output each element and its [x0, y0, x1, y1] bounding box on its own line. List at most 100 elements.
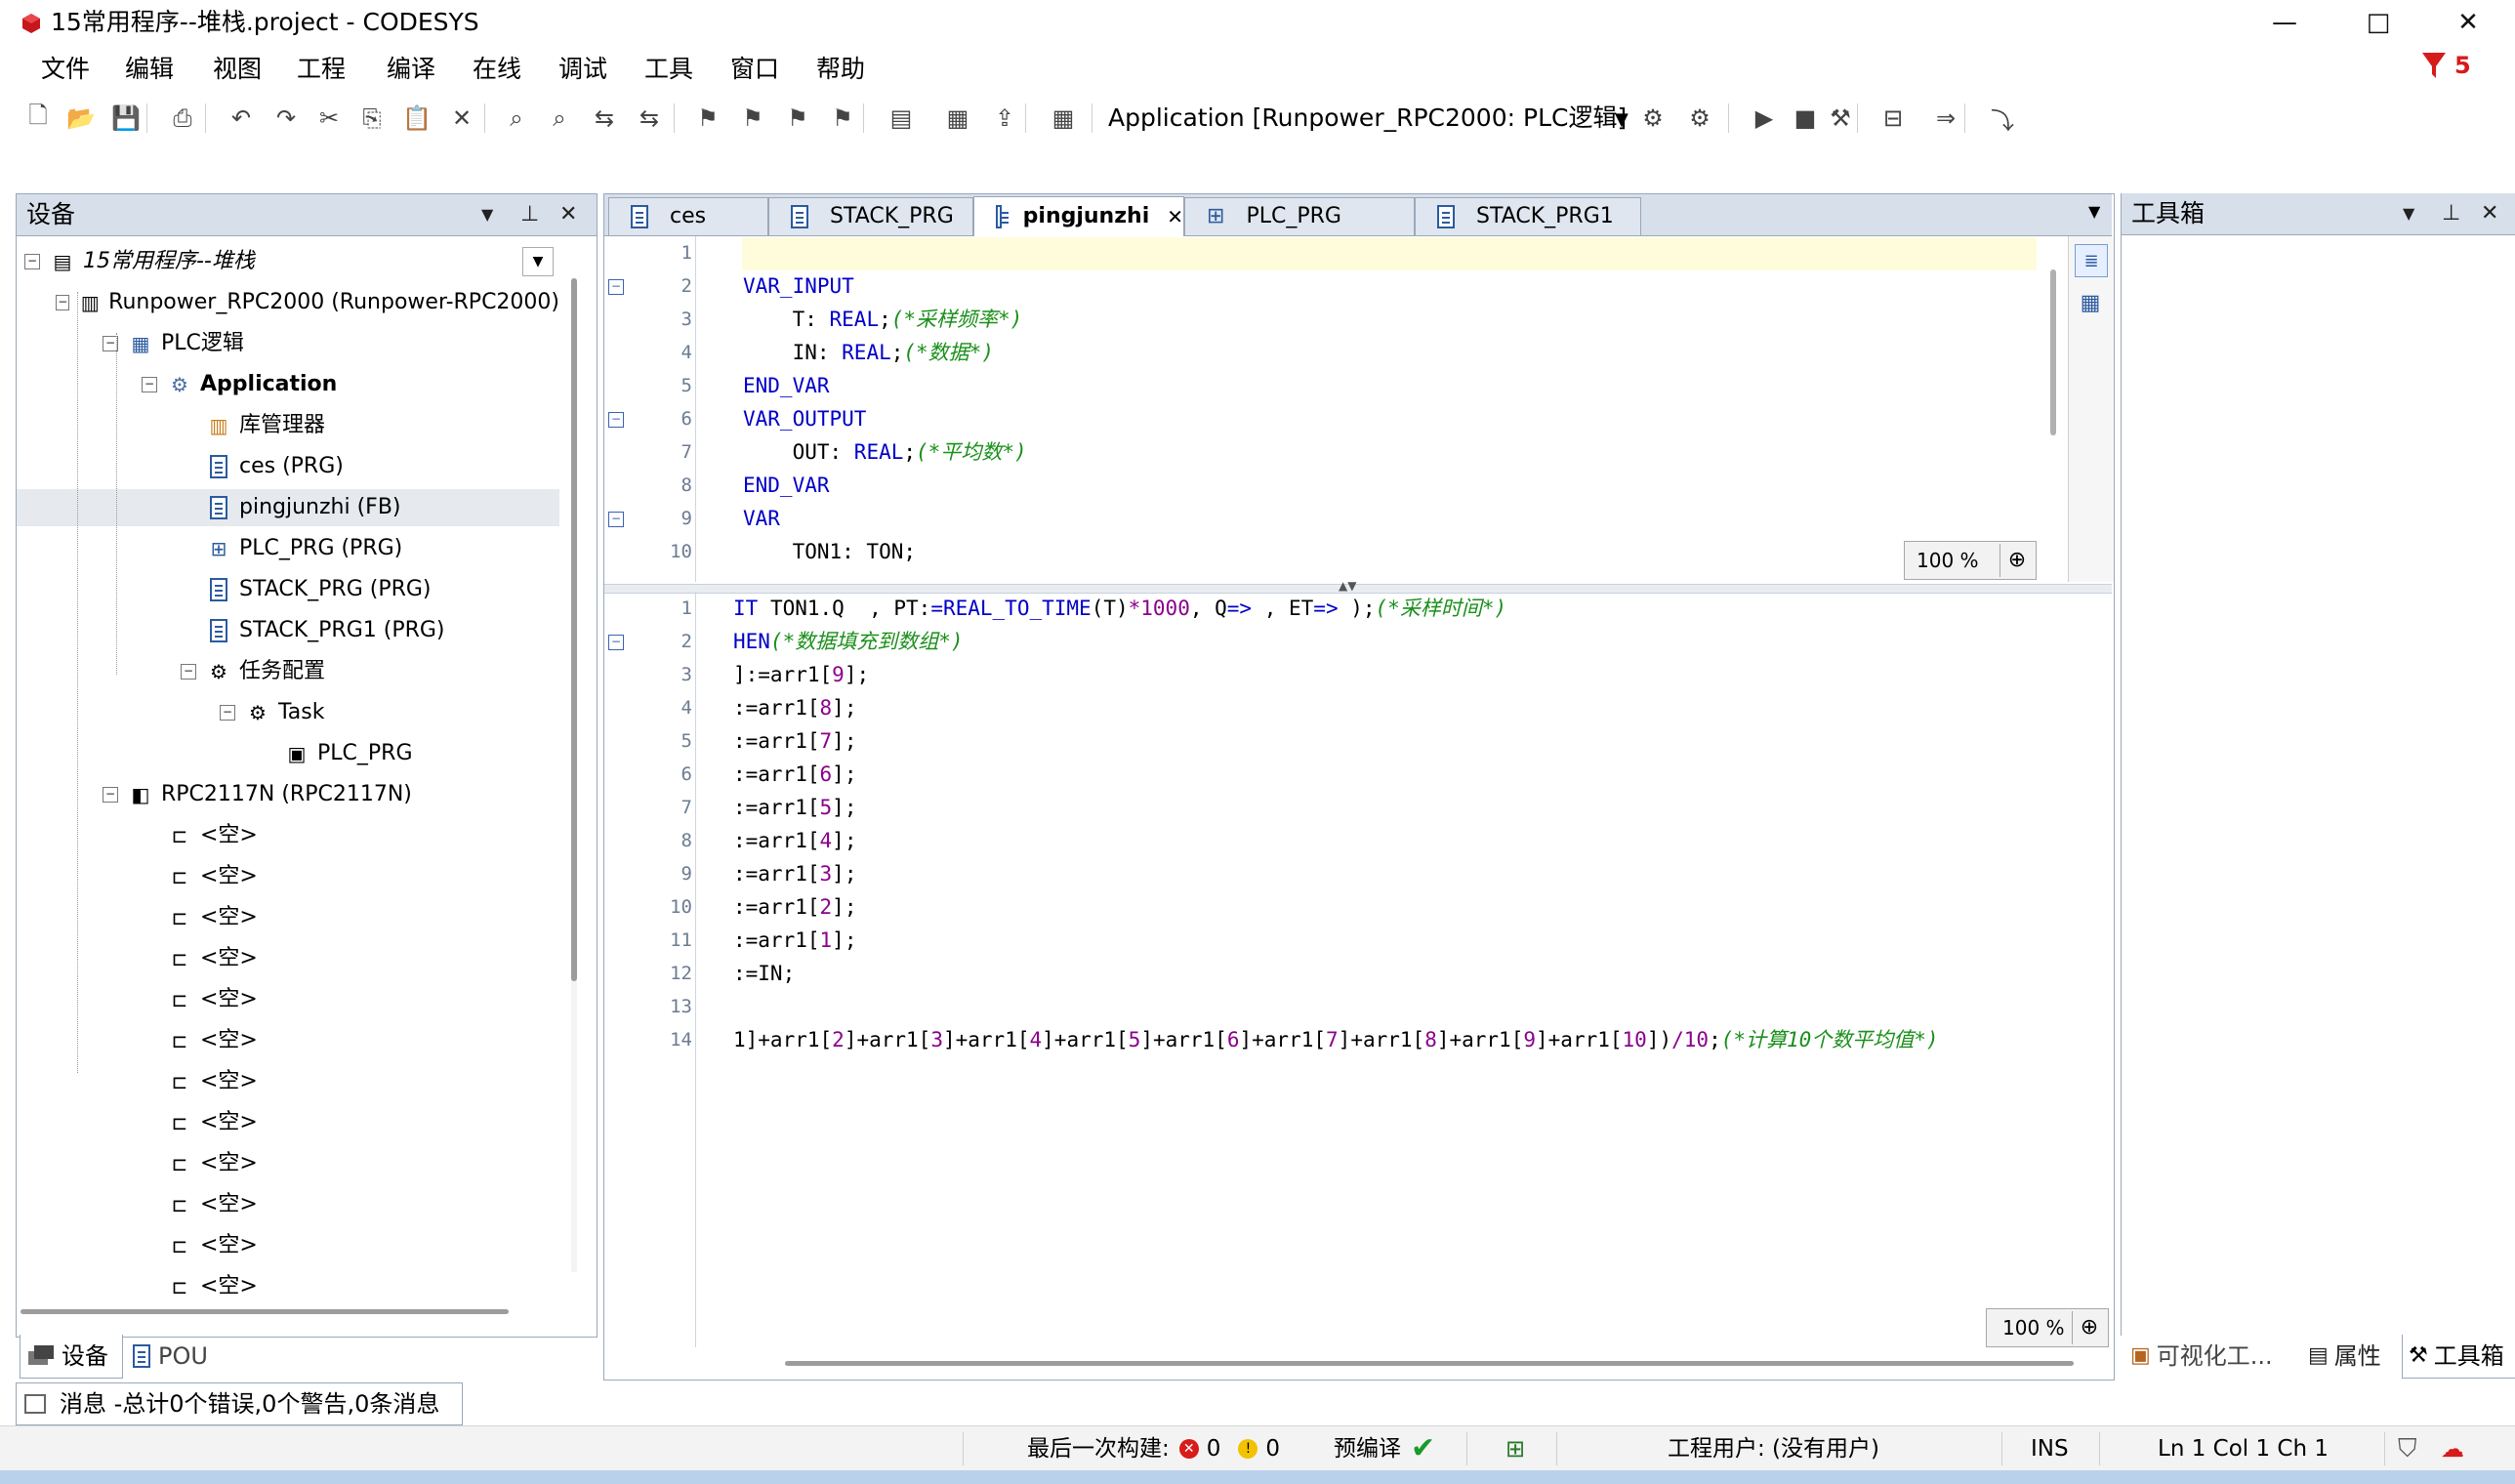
error-indicator[interactable]: 5 [2421, 51, 2471, 80]
copy-icon[interactable]: ⎘ [355, 102, 389, 135]
editor-tab[interactable]: pingjunzhi ✕ [973, 196, 1184, 236]
code-line[interactable]: IN: REAL;(*数据*) [743, 336, 994, 369]
tree-item[interactable]: − ◧ RPC2117N (RPC2117N) [17, 776, 559, 813]
tree-item[interactable]: ⊏ <空> [17, 940, 559, 977]
code-line[interactable]: T: REAL;(*采样频率*) [743, 303, 1023, 336]
code-line[interactable]: :=arr1[3]; [733, 857, 856, 890]
tree-item[interactable]: STACK_PRG (PRG) [17, 571, 559, 608]
build-icon[interactable]: ▤ [885, 102, 918, 135]
impl-zoom-control[interactable]: 100 % ⊕ [1986, 1308, 2109, 1347]
tree-item[interactable]: − ▦ PLC逻辑 [17, 325, 559, 362]
tree-item[interactable]: ⊏ <空> [17, 1186, 559, 1223]
code-line[interactable]: :=arr1[6]; [733, 758, 856, 791]
save-icon[interactable]: 💾 [109, 102, 143, 135]
code-line[interactable]: :=arr1[1]; [733, 924, 856, 957]
code-line[interactable]: IT TON1.Q , PT:=REAL_TO_TIME(T)*1000, Q=… [733, 592, 1506, 625]
tree-item[interactable]: ⊏ <空> [17, 858, 559, 895]
menu-item[interactable]: 帮助 [816, 54, 865, 85]
export-icon[interactable]: ⇪ [988, 102, 1021, 135]
close-icon[interactable]: ✕ [559, 199, 577, 230]
cut-icon[interactable]: ✂ [312, 102, 346, 135]
editor-tab[interactable]: STACK_PRG1 [1415, 197, 1641, 235]
tab-visualization-toolbox[interactable]: ▣ 可视化工... [2130, 1335, 2273, 1378]
editor-tab[interactable]: ⊞ PLC_PRG [1184, 197, 1415, 235]
close-icon[interactable]: ✕ [2481, 198, 2498, 229]
precompile-status[interactable]: 预编译 ✔ [1334, 1426, 1435, 1471]
code-line[interactable]: END_VAR [743, 469, 830, 502]
code-line[interactable]: :=arr1[4]; [733, 824, 856, 857]
tree-item[interactable]: − ⚙ 任务配置 [17, 653, 559, 690]
minimize-button[interactable]: — [2246, 0, 2324, 45]
menu-item[interactable]: 视图 [213, 54, 262, 85]
tree-item[interactable]: ⊏ <空> [17, 1104, 559, 1141]
implementation-editor[interactable]: 1 IT TON1.Q , PT:=REAL_TO_TIME(T)*1000, Q… [604, 592, 2112, 1373]
menu-item[interactable]: 编辑 [125, 54, 174, 85]
code-line[interactable]: HEN(*数据填充到数组*) [733, 625, 964, 658]
menu-item[interactable]: 工具 [644, 54, 693, 85]
tree-hscrollbar[interactable] [21, 1309, 567, 1315]
fold-toggle-icon[interactable]: − [608, 635, 624, 650]
tree-expander[interactable]: − [142, 377, 157, 392]
tree-item[interactable]: ⊏ <空> [17, 899, 559, 936]
tab-pou[interactable]: POU [125, 1335, 232, 1378]
code-line[interactable]: VAR [743, 502, 780, 535]
zoom-icon[interactable]: ⊕ [2000, 544, 2034, 577]
online-status-icon[interactable]: ⊞ [1505, 1426, 1525, 1471]
active-application-selector[interactable]: Application [Runpower_RPC2000: PLC逻辑] [1108, 101, 1627, 136]
replace-next-icon[interactable]: ⇆ [633, 102, 666, 135]
find-icon[interactable]: ⌕ [500, 102, 533, 135]
pin-icon[interactable]: ⊥ [520, 199, 539, 230]
delete-icon[interactable]: ✕ [445, 102, 478, 135]
replace-icon[interactable]: ⇆ [588, 102, 621, 135]
messages-tab[interactable]: 消息 -总计0个错误,0个警告,0条消息 [16, 1382, 463, 1425]
tree-item[interactable]: ⊏ <空> [17, 1022, 559, 1059]
tree-expander[interactable]: − [56, 295, 70, 310]
tree-item[interactable]: − ▤ 15常用程序--堆栈 ▼ [17, 243, 559, 280]
tree-item[interactable]: ▣ PLC_PRG [17, 735, 559, 772]
breakpoint-icon[interactable]: ⊟ [1876, 102, 1910, 135]
tree-hscrollbar-thumb[interactable] [21, 1309, 509, 1314]
tree-scrollbar-thumb[interactable] [571, 278, 577, 981]
chevron-down-icon[interactable]: ▼ [522, 247, 554, 276]
tab-toolbox[interactable]: ⚒ 工具箱 [2402, 1335, 2515, 1379]
tree-expander[interactable]: − [24, 254, 40, 269]
code-line[interactable]: TON1: TON; [743, 535, 916, 568]
tree-expander[interactable]: − [103, 787, 118, 803]
tree-item[interactable]: ⊏ <空> [17, 1063, 559, 1100]
tree-item[interactable]: STACK_PRG1 (PRG) [17, 612, 559, 649]
panel-menu-icon[interactable]: ▼ [2403, 198, 2414, 229]
tree-expander[interactable]: − [181, 664, 196, 680]
bookmark-icon[interactable]: ⚑ [691, 102, 724, 135]
menu-item[interactable]: 窗口 [730, 54, 779, 85]
pin-icon[interactable]: ⊥ [2442, 198, 2460, 229]
redo-icon[interactable]: ↷ [269, 102, 303, 135]
tab-properties[interactable]: ▤ 属性 [2308, 1335, 2381, 1378]
logout-icon[interactable]: ⚙ [1683, 102, 1716, 135]
declaration-editor[interactable]: 1FUNCTION_BLOCK pingjunzhi2−VAR_INPUT3 T… [604, 236, 2112, 582]
tree-item[interactable]: ▥ 库管理器 [17, 407, 559, 444]
editor-tab[interactable]: STACK_PRG [768, 197, 973, 235]
code-line[interactable]: VAR_INPUT [743, 269, 854, 303]
code-line[interactable]: :=arr1[8]; [733, 691, 856, 724]
tree-item[interactable]: ces (PRG) [17, 448, 559, 485]
fold-toggle-icon[interactable]: − [608, 279, 624, 295]
step-into-icon[interactable]: ⤵ [1986, 102, 2019, 135]
tree-item[interactable]: − ⚙ Application [17, 366, 559, 403]
maximize-button[interactable]: □ [2339, 0, 2417, 45]
stop-icon[interactable]: ■ [1789, 102, 1822, 135]
impl-hscrollbar-thumb[interactable] [785, 1361, 2074, 1366]
code-line[interactable]: :=arr1[2]; [733, 890, 856, 924]
reset-icon[interactable]: ⚒ [1824, 102, 1857, 135]
code-line[interactable]: OUT: REAL;(*平均数*) [743, 435, 1027, 469]
login-icon[interactable]: ⚙ [1636, 102, 1670, 135]
tree-item[interactable]: ⊏ <空> [17, 1227, 559, 1264]
panel-menu-icon[interactable]: ▼ [481, 199, 493, 230]
new-object-icon[interactable]: ▦ [941, 102, 974, 135]
undo-icon[interactable]: ↶ [225, 102, 258, 135]
decl-zoom-control[interactable]: 100 % ⊕ [1904, 541, 2037, 580]
tree-item[interactable]: ⊏ <空> [17, 1268, 559, 1305]
zoom-icon[interactable]: ⊕ [2072, 1311, 2106, 1344]
fold-toggle-icon[interactable]: − [608, 512, 624, 527]
tab-list-chevron-icon[interactable]: ▼ [2088, 202, 2100, 221]
menu-item[interactable]: 文件 [41, 54, 90, 85]
